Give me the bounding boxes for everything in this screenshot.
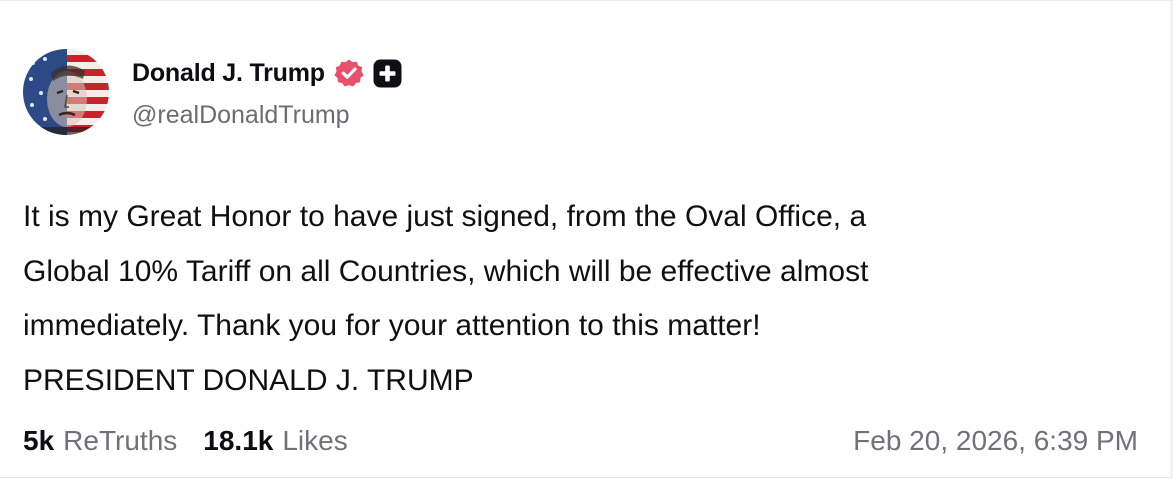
author-name-row: Donald J. Trump — [132, 55, 402, 91]
avatar-image — [23, 49, 109, 135]
retruths-label: ReTruths — [63, 425, 178, 456]
likes-count: 18.1k — [203, 425, 274, 456]
post-timestamp[interactable]: Feb 20, 2026, 6:39 PM — [853, 425, 1138, 457]
post-line: PRESIDENT DONALD J. TRUMP — [23, 363, 474, 397]
post-text: It is my Great Honor to have just signed… — [23, 190, 1143, 408]
post-card: Donald J. Trump @realDonaldTrump It is m… — [0, 0, 1173, 479]
author-display-name[interactable]: Donald J. Trump — [132, 59, 325, 88]
post-line: immediately. Thank you for your attentio… — [23, 309, 761, 342]
post-stats: 5k ReTruths 18.1k Likes — [23, 425, 348, 457]
author-handle[interactable]: @realDonaldTrump — [132, 101, 350, 130]
likes-stat[interactable]: 18.1k Likes — [203, 425, 347, 457]
post-line: Global 10% Tariff on all Countries, whic… — [23, 254, 869, 288]
truth-plus-icon — [373, 59, 402, 88]
retruths-count: 5k — [23, 425, 55, 456]
retruths-stat[interactable]: 5k ReTruths — [23, 425, 177, 457]
avatar[interactable] — [23, 49, 109, 135]
verified-icon — [334, 58, 364, 88]
likes-label: Likes — [282, 425, 348, 456]
post-line: It is my Great Honor to have just signed… — [23, 200, 867, 233]
